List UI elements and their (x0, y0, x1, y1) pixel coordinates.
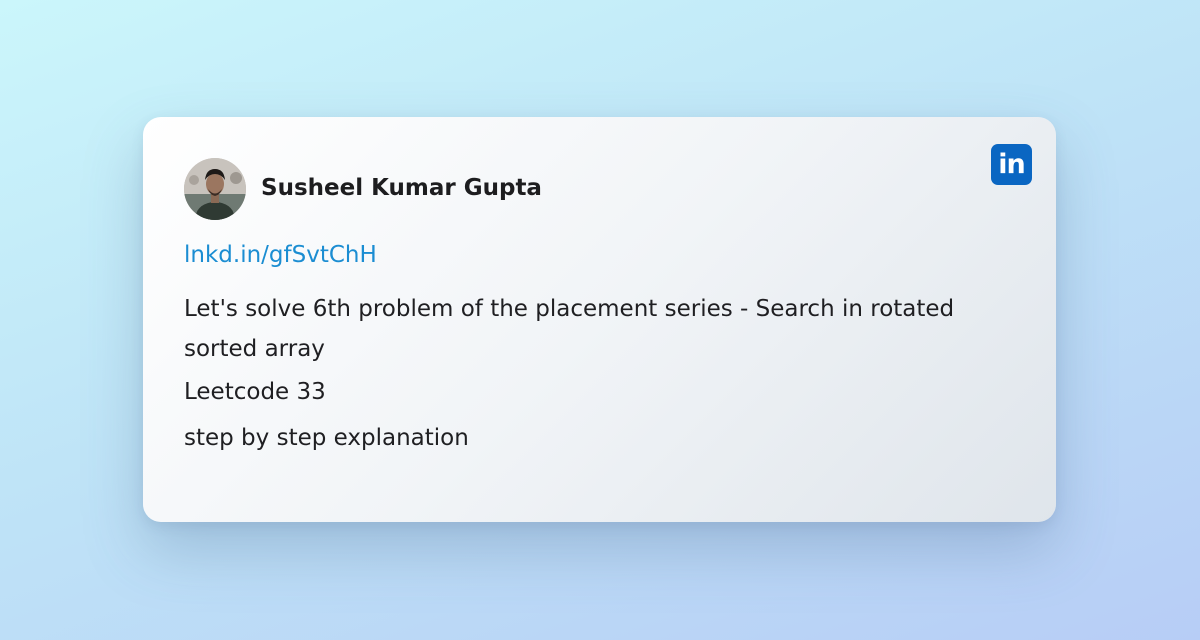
avatar-photo (184, 158, 246, 220)
post-card: Susheel Kumar Gupta in lnkd.in/gfSvtChH … (143, 117, 1056, 522)
linkedin-icon[interactable]: in (991, 144, 1032, 185)
author-name[interactable]: Susheel Kumar Gupta (261, 175, 542, 201)
post-text-line: Let's solve 6th problem of the placement… (184, 296, 955, 362)
post-link[interactable]: lnkd.in/gfSvtChH (184, 242, 377, 268)
avatar[interactable] (184, 158, 246, 220)
post-text-line: step by step explanation (184, 425, 469, 451)
post-text-line: Leetcode 33 (184, 379, 326, 405)
